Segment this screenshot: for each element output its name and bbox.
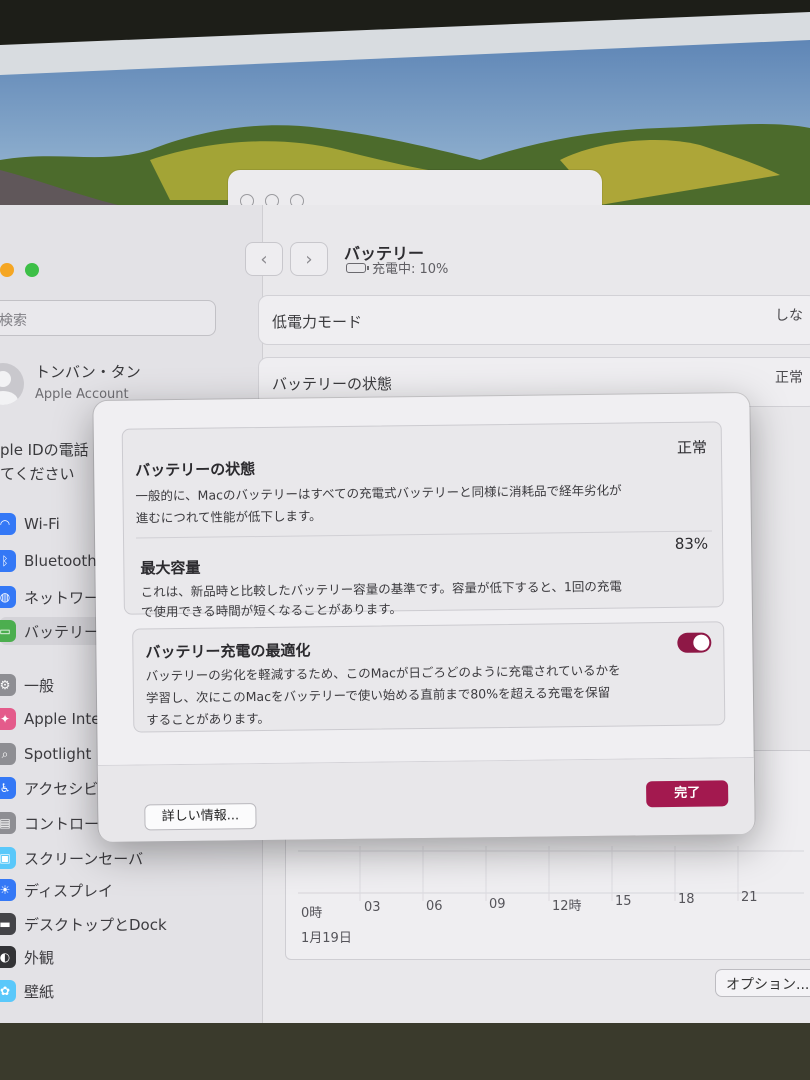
charge-optimization-desc-line3: することがあります。 bbox=[146, 710, 271, 728]
more-info-button[interactable]: 詳しい情報... bbox=[144, 803, 257, 831]
chart-tick-label: 03 bbox=[364, 900, 381, 915]
max-capacity-value: 83% bbox=[674, 534, 709, 553]
sidebar-item-label: 外観 bbox=[24, 948, 55, 967]
battery-icon: ▭ bbox=[0, 620, 16, 642]
chart-tick-label: 12時 bbox=[552, 899, 582, 914]
sidebar-item-desktop-dock[interactable]: ▬ デスクトップとDock bbox=[0, 910, 250, 938]
account-name[interactable]: トンバン・タン bbox=[35, 361, 141, 382]
sidebar-item-label: Bluetooth bbox=[24, 552, 97, 570]
bluetooth-icon: ᛒ bbox=[0, 550, 16, 572]
sidebar-item-label: Spotlight bbox=[24, 745, 92, 763]
battery-health-desc-line2: 進むにつれて性能が低下します。 bbox=[135, 508, 322, 526]
appleid-notice-line2[interactable]: てください bbox=[0, 463, 75, 484]
dock-icon: ▬ bbox=[0, 913, 16, 935]
battery-health-label: バッテリーの状態 bbox=[272, 375, 393, 393]
sidebar-item-label: ディスプレイ bbox=[24, 881, 113, 900]
max-capacity-desc-line2: で使用できる時間が短くなることがあります。 bbox=[140, 601, 403, 620]
sidebar-item-label: バッテリー bbox=[24, 622, 100, 641]
chart-tick-label: 0時 bbox=[301, 906, 323, 921]
sidebar-item-label: デスクトップとDock bbox=[24, 915, 167, 934]
battery-health-value: 正常 bbox=[676, 438, 708, 457]
minimize-dot-icon[interactable] bbox=[0, 263, 14, 277]
charging-status: 充電中: 10% bbox=[346, 258, 448, 277]
avatar[interactable] bbox=[0, 363, 24, 405]
back-button[interactable]: ‹ bbox=[245, 242, 283, 276]
appearance-icon: ◐ bbox=[0, 946, 16, 968]
battery-health-title: バッテリーの状態 bbox=[135, 460, 256, 480]
zoom-dot-icon[interactable] bbox=[25, 263, 39, 277]
control-center-icon: ▤ bbox=[0, 812, 16, 834]
dialog-footer: 詳しい情報... 完了 bbox=[97, 756, 755, 842]
chart-tick-label: 15 bbox=[615, 894, 632, 909]
chart-tick-label: 09 bbox=[489, 897, 506, 912]
sidebar-item-screensaver[interactable]: ▣ スクリーンセーバ bbox=[0, 844, 250, 872]
search-placeholder: 検索 bbox=[0, 313, 27, 329]
gear-icon: ⚙ bbox=[0, 674, 16, 696]
accessibility-icon: ♿ bbox=[0, 777, 16, 799]
low-power-mode-value[interactable]: しな bbox=[775, 305, 803, 325]
sidebar-item-appearance[interactable]: ◐ 外観 bbox=[0, 943, 250, 971]
battery-health-value[interactable]: 正常 bbox=[775, 367, 803, 387]
battery-health-dialog: バッテリーの状態 正常 一般的に、Macのバッテリーはすべての充電式バッテリーと… bbox=[93, 393, 755, 842]
sidebar-item-label: Apple Intell bbox=[24, 710, 109, 728]
charge-optimization-toggle[interactable] bbox=[677, 632, 712, 653]
sidebar-item-label: スクリーンセーバ bbox=[24, 849, 144, 868]
spotlight-icon: ⌕ bbox=[0, 743, 16, 765]
chevron-right-icon: › bbox=[305, 248, 313, 270]
sidebar-item-label: 一般 bbox=[24, 676, 55, 695]
charging-status-text: 充電中: 10% bbox=[372, 262, 449, 277]
battery-health-panel: バッテリーの状態 正常 一般的に、Macのバッテリーはすべての充電式バッテリーと… bbox=[121, 421, 724, 619]
low-power-mode-label: 低電力モード bbox=[272, 313, 363, 331]
charge-optimization-title: バッテリー充電の最適化 bbox=[145, 641, 311, 662]
low-power-mode-row[interactable]: 低電力モード しな bbox=[258, 295, 810, 345]
toggle-knob bbox=[693, 634, 710, 651]
appleid-notice[interactable]: ple IDの電話 bbox=[0, 439, 89, 460]
max-capacity-title: 最大容量 bbox=[140, 558, 201, 578]
apple-intelligence-icon: ✦ bbox=[0, 708, 16, 730]
charge-optimization-desc-line2: 学習し、次にこのMacをバッテリーで使い始める直前まで80%を超える充電を保留 bbox=[145, 684, 611, 706]
wifi-icon: ◠ bbox=[0, 513, 16, 535]
network-icon: ◍ bbox=[0, 586, 16, 608]
screensaver-icon: ▣ bbox=[0, 847, 16, 869]
sidebar-item-label: 壁紙 bbox=[24, 982, 55, 1001]
chart-date-label: 1月19日 bbox=[301, 931, 352, 946]
display-icon: ☀ bbox=[0, 879, 16, 901]
sidebar-item-wallpaper[interactable]: ✿ 壁紙 bbox=[0, 977, 250, 1005]
chart-tick-label: 06 bbox=[426, 899, 443, 914]
done-button[interactable]: 完了 bbox=[646, 780, 729, 808]
sidebar-item-label: Wi-Fi bbox=[24, 515, 60, 533]
wallpaper-icon: ✿ bbox=[0, 980, 16, 1002]
battery-health-desc-line1: 一般的に、Macのバッテリーはすべての充電式バッテリーと同様に消耗品で経年劣化が bbox=[135, 482, 622, 504]
charge-optimization-panel: バッテリー充電の最適化 バッテリーの劣化を軽減するため、このMacが日ごろどのよ… bbox=[132, 621, 726, 733]
search-input[interactable]: 検索 bbox=[0, 300, 216, 336]
account-subtitle: Apple Account bbox=[35, 387, 129, 402]
chevron-left-icon: ‹ bbox=[260, 248, 268, 270]
battery-charging-icon bbox=[346, 262, 369, 273]
divider bbox=[136, 530, 712, 539]
forward-button[interactable]: › bbox=[290, 242, 328, 276]
sidebar-item-display[interactable]: ☀ ディスプレイ bbox=[0, 876, 250, 904]
chart-tick-label: 18 bbox=[678, 892, 695, 907]
options-button[interactable]: オプション... bbox=[715, 969, 810, 997]
chart-tick-label: 21 bbox=[741, 890, 758, 905]
